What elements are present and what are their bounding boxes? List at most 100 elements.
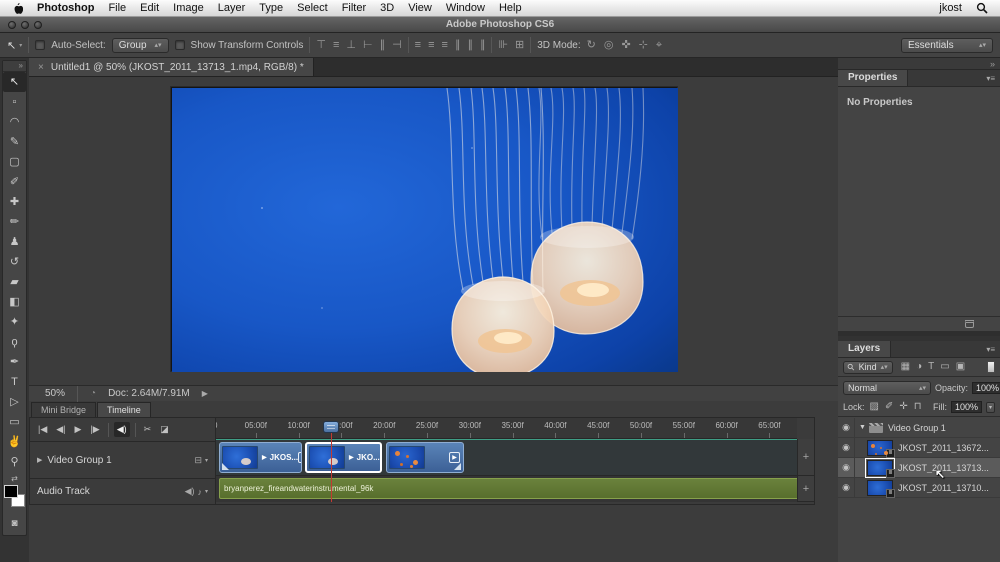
layer-filter-dropdown[interactable]: ⚲Kind▴▾: [843, 361, 893, 374]
status-options-arrow-icon[interactable]: ▶: [202, 389, 208, 398]
filter-shape-layers-icon[interactable]: ▭: [940, 362, 949, 372]
audio-clip[interactable]: bryanperez_fireandwaterinstrumental_96k: [219, 478, 801, 499]
video-clip[interactable]: ▶JKO...▶: [305, 442, 382, 473]
audio-track[interactable]: bryanperez_fireandwaterinstrumental_96k: [216, 476, 797, 502]
canvas[interactable]: [29, 77, 838, 385]
layers-panel-menu-icon[interactable]: ▾≡: [986, 345, 1000, 354]
fade-handle-icon[interactable]: [454, 463, 461, 470]
fill-field[interactable]: 100%: [951, 401, 982, 413]
dodge-tool[interactable]: ϙ: [3, 332, 26, 352]
move-tool[interactable]: ↖: [3, 72, 26, 92]
brush-tool[interactable]: ✏: [3, 212, 26, 232]
clip-filter-badge[interactable]: ▶: [449, 452, 460, 463]
path-selection-tool[interactable]: ▷: [3, 392, 26, 412]
canvas-image[interactable]: [171, 87, 677, 371]
screen-mode-icon[interactable]: ◙: [3, 515, 26, 531]
current-tool-icon[interactable]: ↖▾: [7, 39, 22, 52]
eraser-tool[interactable]: ▰: [3, 272, 26, 292]
pen-tool[interactable]: ✒: [3, 352, 26, 372]
video-track-menu-icon[interactable]: ▾: [205, 457, 208, 464]
menu-help[interactable]: Help: [499, 2, 522, 14]
audio-track-header[interactable]: Audio Track ◀)♪▾: [30, 479, 215, 505]
menu-view[interactable]: View: [408, 2, 432, 14]
auto-select-dropdown[interactable]: Group▴▾: [112, 38, 169, 53]
rectangle-tool[interactable]: ▭: [3, 412, 26, 432]
group-disclosure-icon[interactable]: ▼: [859, 424, 866, 431]
menu-image[interactable]: Image: [173, 2, 204, 14]
distribute-vertical-centers-icon[interactable]: ≡: [428, 40, 434, 51]
menu-edit[interactable]: Edit: [140, 2, 159, 14]
align-right-edges-icon[interactable]: ⊣: [392, 40, 402, 51]
lock-all-icon[interactable]: ⊓: [914, 402, 922, 412]
3d-drag-icon[interactable]: ✜: [621, 40, 630, 51]
align-vertical-centers-icon[interactable]: ≡: [333, 40, 339, 51]
clip-play-icon[interactable]: ▶: [349, 454, 354, 461]
align-top-edges-icon[interactable]: ⊤: [316, 40, 326, 51]
menu-type[interactable]: Type: [259, 2, 283, 14]
close-window-button[interactable]: [8, 21, 16, 29]
close-document-icon[interactable]: ×: [38, 62, 44, 73]
menu-window[interactable]: Window: [446, 2, 485, 14]
zoom-tool[interactable]: ⚲: [3, 452, 26, 472]
fade-handle-icon[interactable]: [222, 463, 229, 470]
show-transform-checkbox[interactable]: [175, 40, 185, 50]
filter-adjustment-layers-icon[interactable]: ◑: [916, 362, 922, 372]
timeline-ruler[interactable]: 0005:00f10:00f15:00f20:00f25:00f30:00f35…: [216, 418, 797, 439]
audio-track-speaker-icon[interactable]: ◀): [185, 486, 195, 497]
menu-3d[interactable]: 3D: [380, 2, 394, 14]
menu-file[interactable]: File: [108, 2, 126, 14]
transition-button[interactable]: ◪: [157, 422, 172, 437]
quick-selection-tool[interactable]: ✎: [3, 132, 26, 152]
menu-layer[interactable]: Layer: [218, 2, 246, 14]
distribute-bottom-edges-icon[interactable]: ≡: [442, 40, 448, 51]
3d-slide-icon[interactable]: ⊹: [639, 40, 648, 51]
spotlight-search-icon[interactable]: [976, 2, 988, 14]
clone-stamp-tool[interactable]: ♟: [3, 232, 26, 252]
split-clip-button[interactable]: ✂: [141, 422, 155, 437]
properties-panel-menu-icon[interactable]: ▾≡: [986, 74, 1000, 83]
distribute-right-edges-icon[interactable]: ∥: [480, 40, 486, 51]
layer-filter-toggle[interactable]: [987, 361, 995, 373]
align-horizontal-centers-icon[interactable]: ∥: [380, 40, 386, 51]
minimize-window-button[interactable]: [21, 21, 29, 29]
menu-user[interactable]: jkost: [939, 2, 962, 14]
video-track[interactable]: ▶JKOS...▶▶JKO...▶▶: [216, 439, 797, 476]
zoom-window-button[interactable]: [34, 21, 42, 29]
layer-row[interactable]: ◉≣JKOST_2011_13713...↖: [838, 458, 1000, 478]
eyedropper-tool[interactable]: ✐: [3, 172, 26, 192]
toolbox-collapse-button[interactable]: »: [3, 61, 26, 72]
tab-mini-bridge[interactable]: Mini Bridge: [31, 402, 96, 417]
mute-audio-button[interactable]: ◀): [114, 422, 130, 437]
previous-frame-button[interactable]: ◀|: [53, 422, 68, 437]
visibility-eye-icon[interactable]: ◉: [838, 478, 855, 497]
menu-photoshop[interactable]: Photoshop: [37, 2, 94, 14]
arrange-icon[interactable]: ⊞: [515, 40, 524, 51]
hand-tool[interactable]: ✌: [3, 432, 26, 452]
blur-tool[interactable]: ✦: [3, 312, 26, 332]
visibility-eye-icon[interactable]: ◉: [838, 438, 855, 457]
dock-collapse-button[interactable]: »: [838, 58, 1000, 70]
3d-roll-icon[interactable]: ◎: [604, 40, 614, 51]
next-frame-button[interactable]: |▶: [87, 422, 102, 437]
video-group-disclosure-icon[interactable]: ▶: [37, 456, 42, 464]
type-tool[interactable]: T: [3, 372, 26, 392]
filter-smart-objects-icon[interactable]: ▣: [956, 362, 965, 372]
clip-filter-badge[interactable]: ▶: [298, 452, 302, 463]
auto-select-checkbox[interactable]: [35, 40, 45, 50]
layer-row[interactable]: ◉≣JKOST_2011_13672...: [838, 438, 1000, 458]
distribute-horizontal-centers-icon[interactable]: ∥: [467, 40, 473, 51]
zoom-level-field[interactable]: 50%: [45, 388, 65, 399]
play-button[interactable]: ▶: [72, 422, 85, 437]
filter-type-layers-icon[interactable]: T: [928, 362, 934, 372]
add-audio-button[interactable]: +: [797, 476, 814, 502]
healing-brush-tool[interactable]: ✚: [3, 192, 26, 212]
playhead-handle[interactable]: [323, 421, 339, 433]
lock-transparency-icon[interactable]: ▨: [870, 402, 879, 412]
video-clip[interactable]: ▶: [386, 442, 464, 473]
window-title-bar[interactable]: Adobe Photoshop CS6: [0, 17, 1000, 33]
swap-colors-icon[interactable]: ⇄: [3, 472, 26, 484]
menu-filter[interactable]: Filter: [342, 2, 366, 14]
lock-image-icon[interactable]: ✐: [885, 402, 893, 412]
audio-track-menu-icon[interactable]: ▾: [205, 488, 208, 495]
document-tab[interactable]: × Untitled1 @ 50% (JKOST_2011_13713_1.mp…: [29, 58, 314, 76]
